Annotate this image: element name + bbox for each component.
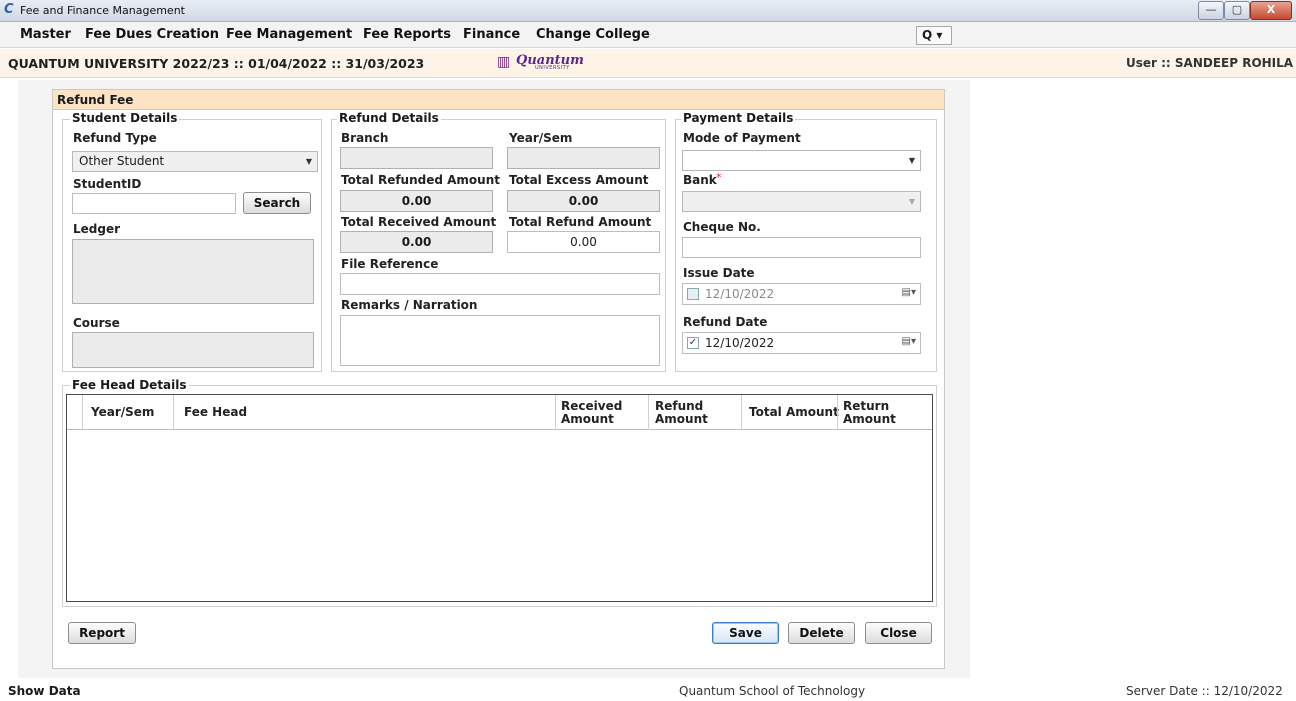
panel-title: Refund Fee	[57, 93, 134, 107]
bank-select[interactable]: ▼	[682, 191, 921, 212]
remarks-label: Remarks / Narration	[341, 298, 478, 312]
student-details-legend: Student Details	[70, 111, 180, 125]
maximize-button[interactable]: ▢	[1224, 1, 1250, 20]
search-button[interactable]: Search	[243, 192, 311, 214]
grid-separator	[82, 395, 83, 430]
mode-of-payment-label: Mode of Payment	[683, 131, 801, 145]
year-sem-label: Year/Sem	[509, 131, 573, 145]
save-button[interactable]: Save	[712, 622, 779, 644]
grid-separator	[648, 395, 649, 430]
title-bar	[0, 0, 1296, 22]
menu-fee-management[interactable]: Fee Management	[226, 27, 352, 42]
window-title: Fee and Finance Management	[20, 4, 185, 17]
refund-details-legend: Refund Details	[337, 111, 441, 125]
session-info: QUANTUM UNIVERSITY 2022/23 :: 01/04/2022…	[8, 56, 425, 71]
menu-master[interactable]: Master	[20, 27, 71, 42]
grid-separator	[555, 395, 556, 430]
panel-header	[53, 90, 944, 110]
close-window-button[interactable]: X	[1250, 1, 1292, 20]
grid-separator	[837, 395, 838, 430]
year-sem-field	[507, 147, 660, 169]
branch-field	[340, 147, 493, 169]
issue-date-checkbox[interactable]	[687, 288, 699, 300]
course-label: Course	[73, 316, 120, 330]
server-date: Server Date :: 12/10/2022	[1126, 684, 1283, 698]
cheque-no-label: Cheque No.	[683, 220, 761, 234]
payment-details-legend: Payment Details	[681, 111, 796, 125]
chevron-down-icon: ▼	[908, 156, 915, 165]
issue-date-value: 12/10/2022	[705, 287, 775, 301]
ledger-label: Ledger	[73, 222, 121, 236]
required-marker: *	[716, 171, 722, 184]
ledger-field	[72, 239, 314, 304]
course-field	[72, 332, 314, 368]
bank-label: Bank	[683, 173, 717, 187]
total-refunded-label: Total Refunded Amount	[341, 173, 500, 187]
student-id-label: StudentID	[73, 177, 142, 191]
remarks-textarea[interactable]	[340, 315, 660, 366]
branch-label: Branch	[341, 131, 389, 145]
refund-type-label: Refund Type	[73, 131, 157, 145]
university-logo: ▥ Quantum UNIVERSITY	[497, 53, 587, 71]
menu-finance[interactable]: Finance	[463, 27, 520, 42]
mode-of-payment-select[interactable]: ▼	[682, 150, 921, 171]
issue-date-label: Issue Date	[683, 266, 755, 280]
delete-button[interactable]: Delete	[788, 622, 855, 644]
calendar-icon[interactable]: ▤▾	[902, 336, 916, 347]
app-icon: C	[4, 2, 14, 17]
total-received-value: 0.00	[340, 231, 493, 253]
issue-date-picker[interactable]: 12/10/2022 ▤▾	[682, 283, 921, 305]
refund-type-value: Other Student	[79, 154, 165, 168]
total-excess-label: Total Excess Amount	[509, 173, 649, 187]
refund-type-select[interactable]: Other Student ▼	[72, 151, 318, 172]
fee-head-legend: Fee Head Details	[70, 378, 189, 392]
menu-change-college[interactable]: Change College	[536, 27, 650, 42]
col-year-sem[interactable]: Year/Sem	[91, 406, 154, 419]
report-button[interactable]: Report	[68, 622, 136, 644]
quick-search-dropdown[interactable]: Q ▾	[916, 26, 952, 45]
col-refund-amount[interactable]: Refund Amount	[655, 400, 715, 426]
refund-date-value: 12/10/2022	[705, 336, 775, 350]
refund-date-label: Refund Date	[683, 315, 768, 329]
refund-date-checkbox[interactable]: ✓	[687, 337, 699, 349]
total-received-label: Total Received Amount	[341, 215, 497, 229]
file-reference-label: File Reference	[341, 257, 439, 271]
col-fee-head[interactable]: Fee Head	[184, 406, 247, 419]
close-button[interactable]: Close	[865, 622, 932, 644]
logo-subtext: UNIVERSITY	[535, 65, 570, 71]
chevron-down-icon: ▼	[305, 157, 312, 166]
student-id-input[interactable]	[72, 193, 236, 214]
grid-separator	[173, 395, 174, 430]
grid-separator	[741, 395, 742, 430]
total-excess-value: 0.00	[507, 190, 660, 212]
total-refund-value[interactable]: 0.00	[507, 231, 660, 253]
menu-fee-reports[interactable]: Fee Reports	[363, 27, 451, 42]
refund-date-picker[interactable]: ✓ 12/10/2022 ▤▾	[682, 332, 921, 354]
col-total-amount[interactable]: Total Amount	[749, 406, 839, 419]
chevron-down-icon: ▼	[908, 197, 915, 206]
current-user: User :: SANDEEP ROHILA	[1126, 56, 1294, 70]
file-reference-input[interactable]	[340, 273, 660, 295]
total-refund-label: Total Refund Amount	[509, 215, 652, 229]
total-refunded-value: 0.00	[340, 190, 493, 212]
status-bar	[0, 680, 1296, 701]
calendar-icon[interactable]: ▤▾	[902, 287, 916, 298]
school-name: Quantum School of Technology	[679, 684, 866, 698]
col-received-amount[interactable]: Received Amount	[561, 400, 627, 426]
show-data-link[interactable]: Show Data	[8, 684, 81, 698]
col-return-amount[interactable]: Return Amount	[843, 400, 903, 426]
logo-mark-icon: ▥	[497, 54, 511, 70]
menu-fee-dues-creation[interactable]: Fee Dues Creation	[85, 27, 219, 42]
cheque-no-input[interactable]	[682, 237, 921, 258]
minimize-button[interactable]: —	[1198, 1, 1224, 20]
